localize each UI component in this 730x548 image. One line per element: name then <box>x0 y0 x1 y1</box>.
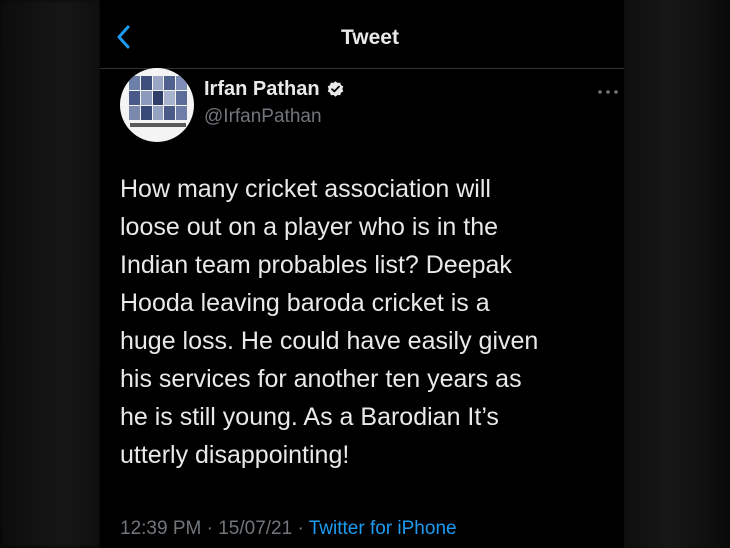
page-title: Tweet <box>341 26 399 49</box>
more-horizontal-icon <box>598 90 618 94</box>
avatar-photo-collage <box>129 76 187 120</box>
author-name-row: Irfan Pathan <box>204 78 345 101</box>
avatar[interactable] <box>120 68 194 142</box>
screenshot-stage: Tweet Irfan Pathan @IrfanPathan How many… <box>0 0 730 548</box>
tweet-date: 15/07/21 <box>218 518 293 539</box>
avatar-caption-strip <box>130 123 186 127</box>
more-options-button[interactable] <box>597 84 619 94</box>
tweet-time: 12:39 PM <box>120 518 202 539</box>
tweet-body-text: How many cricket association will loose … <box>120 175 539 469</box>
tweet-screen: Tweet Irfan Pathan @IrfanPathan How many… <box>100 0 624 548</box>
author-display-name[interactable]: Irfan Pathan <box>204 78 320 101</box>
blurred-background-left <box>0 0 100 548</box>
verified-badge-icon <box>327 81 343 97</box>
meta-separator: · <box>201 518 219 539</box>
blurred-background-right <box>622 0 730 548</box>
tweet-meta-row: 12:39 PM · 15/07/21 · Twitter for iPhone <box>120 518 457 540</box>
tweet-source-link[interactable]: Twitter for iPhone <box>309 518 457 539</box>
top-nav-bar: Tweet <box>100 0 624 69</box>
author-handle[interactable]: @IrfanPathan <box>204 106 322 128</box>
meta-separator: · <box>292 518 309 539</box>
